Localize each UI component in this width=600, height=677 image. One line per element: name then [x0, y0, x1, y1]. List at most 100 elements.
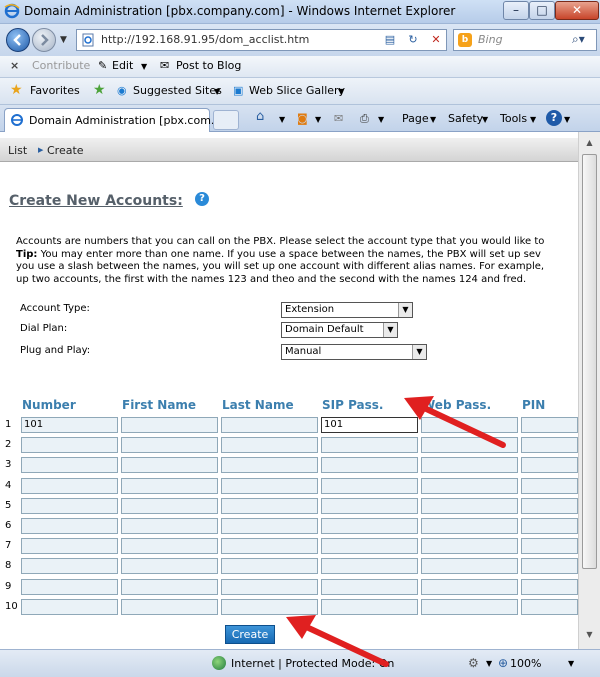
last-name-input[interactable] — [221, 518, 318, 534]
page-menu[interactable]: Page — [402, 112, 429, 125]
tab-domain-administration[interactable]: Domain Administration [pbx.com... — [4, 108, 221, 132]
new-tab-button[interactable] — [213, 110, 239, 130]
create-link[interactable]: Create — [47, 144, 84, 157]
scrollbar-thumb[interactable] — [582, 154, 597, 569]
pin-input[interactable] — [521, 497, 578, 514]
scroll-down-icon[interactable]: ▼ — [582, 627, 597, 642]
web-pass-input[interactable] — [421, 518, 518, 534]
first-name-input[interactable] — [121, 598, 218, 615]
last-name-input[interactable] — [221, 457, 318, 474]
safety-menu[interactable]: Safety — [448, 112, 483, 125]
list-link[interactable]: List — [8, 144, 27, 157]
sip-pass-input[interactable] — [321, 578, 418, 595]
first-name-input[interactable] — [121, 518, 218, 534]
back-button[interactable] — [6, 28, 30, 52]
forward-button[interactable] — [32, 28, 56, 52]
feeds-icon[interactable]: ◙ — [297, 112, 308, 125]
edit-dropdown-icon[interactable]: ▼ — [141, 62, 147, 71]
pin-input[interactable] — [521, 558, 578, 575]
pin-input[interactable] — [521, 538, 578, 555]
number-input[interactable] — [21, 598, 118, 615]
sip-pass-input[interactable] — [321, 518, 418, 534]
web-pass-input[interactable] — [421, 497, 518, 514]
favorites-star-icon[interactable]: ★ — [10, 82, 23, 98]
first-name-input[interactable] — [121, 417, 218, 433]
post-to-blog-button[interactable]: Post to Blog — [176, 59, 241, 72]
sip-pass-input[interactable] — [321, 477, 418, 494]
help-icon[interactable]: ? — [195, 192, 209, 206]
protected-mode-icon[interactable]: ⚙ — [468, 656, 479, 670]
number-input[interactable]: 101 — [21, 417, 118, 433]
edit-button[interactable]: Edit — [112, 59, 133, 72]
number-input[interactable] — [21, 578, 118, 595]
number-input[interactable] — [21, 558, 118, 575]
create-button[interactable]: Create — [225, 625, 275, 644]
last-name-input[interactable] — [221, 598, 318, 615]
print-dropdown-icon[interactable]: ▼ — [378, 115, 384, 124]
dial-plan-select[interactable]: Domain Default ▼ — [281, 322, 398, 338]
search-icon[interactable]: ⌕▾ — [572, 32, 585, 47]
first-name-input[interactable] — [121, 437, 218, 454]
sip-pass-input[interactable]: 101 — [321, 417, 418, 433]
first-name-input[interactable] — [121, 578, 218, 595]
first-name-input[interactable] — [121, 538, 218, 555]
web-pass-input[interactable] — [421, 558, 518, 575]
window-title-bar[interactable]: Domain Administration [pbx.company.com] … — [0, 0, 600, 24]
blog-icon[interactable]: ✉ — [160, 59, 169, 72]
zoom-dropdown-icon[interactable]: ▼ — [568, 659, 574, 668]
page-dropdown-icon[interactable]: ▼ — [430, 115, 436, 124]
web-pass-input[interactable] — [421, 598, 518, 615]
pin-input[interactable] — [521, 457, 578, 474]
suggested-sites-dropdown-icon[interactable]: ▼ — [214, 87, 220, 96]
zoom-level[interactable]: 100% — [510, 657, 541, 670]
number-input[interactable] — [21, 497, 118, 514]
maximize-button[interactable]: □ — [529, 1, 555, 20]
number-input[interactable] — [21, 477, 118, 494]
web-slice-dropdown-icon[interactable]: ▼ — [338, 87, 344, 96]
tools-menu[interactable]: Tools — [500, 112, 527, 125]
first-name-input[interactable] — [121, 558, 218, 575]
sip-pass-input[interactable] — [321, 558, 418, 575]
minimize-button[interactable]: – — [503, 1, 529, 20]
web-pass-input[interactable] — [421, 578, 518, 595]
web-pass-input[interactable] — [421, 417, 518, 433]
sip-pass-input[interactable] — [321, 457, 418, 474]
first-name-input[interactable] — [121, 457, 218, 474]
number-input[interactable] — [21, 457, 118, 474]
print-icon[interactable]: ⎙ — [360, 112, 369, 126]
last-name-input[interactable] — [221, 578, 318, 595]
compatibility-view-icon[interactable]: ▤ — [380, 32, 400, 48]
stop-icon[interactable]: ✕ — [426, 32, 446, 48]
last-name-input[interactable] — [221, 477, 318, 494]
last-name-input[interactable] — [221, 417, 318, 433]
home-icon[interactable]: ⌂ — [256, 109, 264, 124]
recent-pages-dropdown-icon[interactable]: ▼ — [60, 35, 67, 45]
sip-pass-input[interactable] — [321, 598, 418, 615]
edit-icon[interactable]: ✎ — [98, 59, 107, 72]
feeds-dropdown-icon[interactable]: ▼ — [315, 115, 321, 124]
last-name-input[interactable] — [221, 497, 318, 514]
vertical-scrollbar[interactable]: ▲ ▼ — [578, 132, 600, 649]
web-pass-input[interactable] — [421, 538, 518, 555]
web-pass-input[interactable] — [421, 437, 518, 454]
pin-input[interactable] — [521, 598, 578, 615]
help-dropdown-icon[interactable]: ▼ — [564, 115, 570, 124]
scroll-up-icon[interactable]: ▲ — [582, 135, 597, 150]
zoom-icon[interactable]: ⊕ — [498, 656, 508, 670]
sip-pass-input[interactable] — [321, 497, 418, 514]
last-name-input[interactable] — [221, 437, 318, 454]
home-dropdown-icon[interactable]: ▼ — [279, 115, 285, 124]
sip-pass-input[interactable] — [321, 538, 418, 555]
address-bar[interactable]: http://192.168.91.95/dom_acclist.htm ▤ ↻… — [76, 29, 447, 51]
number-input[interactable] — [21, 518, 118, 534]
close-toolbar-icon[interactable]: × — [10, 59, 19, 72]
pin-input[interactable] — [521, 578, 578, 595]
pin-input[interactable] — [521, 518, 578, 534]
web-pass-input[interactable] — [421, 457, 518, 474]
refresh-icon[interactable]: ↻ — [403, 32, 423, 48]
safety-dropdown-icon[interactable]: ▼ — [482, 115, 488, 124]
first-name-input[interactable] — [121, 477, 218, 494]
plug-and-play-select[interactable]: Manual ▼ — [281, 344, 427, 360]
sip-pass-input[interactable] — [321, 437, 418, 454]
close-button[interactable]: ✕ — [555, 1, 599, 20]
